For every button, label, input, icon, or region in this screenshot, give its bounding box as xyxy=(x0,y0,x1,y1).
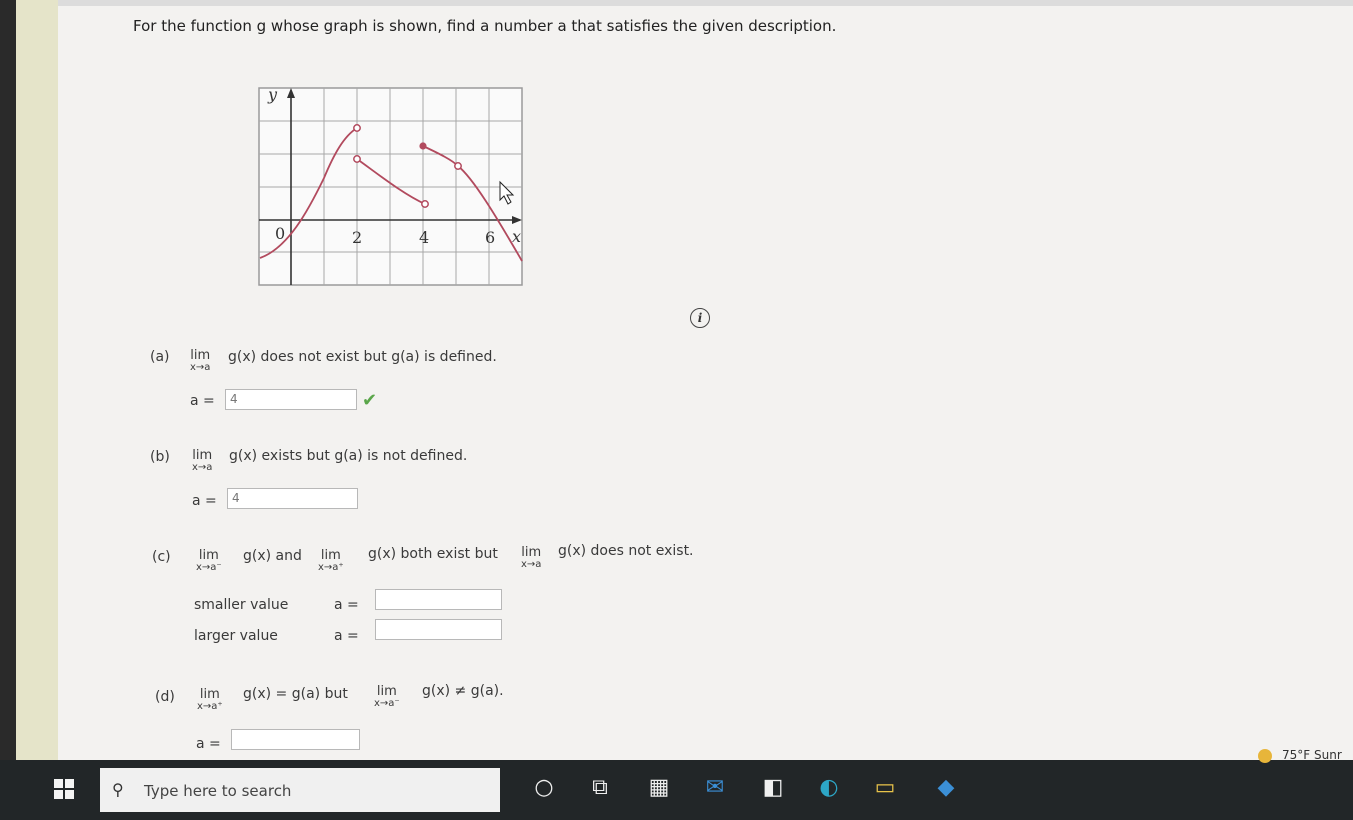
lim-text: lim xyxy=(190,348,211,363)
part-a-a-label: a = xyxy=(190,393,215,409)
larger-value-input[interactable] xyxy=(375,619,502,640)
part-b-description: g(x) exists but g(a) is not defined. xyxy=(229,448,468,464)
function-graph: y x 0 2 4 6 xyxy=(258,86,523,286)
part-d-text-1: g(x) = g(a) but xyxy=(243,686,348,702)
part-c-two-sided-limit: lim x→a xyxy=(521,545,541,570)
sun-icon xyxy=(1258,748,1272,763)
question-text: For the function g whose graph is shown,… xyxy=(133,17,837,35)
calculator-icon[interactable]: ▦ xyxy=(645,774,673,802)
open-point-2-upper xyxy=(353,124,361,132)
part-b-answer-input[interactable]: 4 xyxy=(227,488,358,509)
part-b-a-label: a = xyxy=(192,493,217,509)
tick-label-2: 2 xyxy=(352,228,362,247)
file-explorer-icon[interactable]: ▭ xyxy=(871,774,899,802)
part-d-a-label: a = xyxy=(196,736,221,752)
tick-label-4: 4 xyxy=(419,228,429,247)
office-icon[interactable]: ◧ xyxy=(759,774,787,802)
screen-bezel xyxy=(0,0,58,760)
smaller-value-input[interactable] xyxy=(375,589,502,610)
checkmark-icon: ✔ xyxy=(362,390,378,411)
open-point-4-lower xyxy=(421,200,429,208)
lim-subscript: x→a⁻ xyxy=(374,698,400,709)
weather-text: 75°F Sunr xyxy=(1282,748,1342,762)
info-icon[interactable]: i xyxy=(690,308,710,328)
question-panel xyxy=(58,6,1353,760)
taskbar: ⚲ Type here to search ○ ⧉ ▦ ✉ ◧ ◐ ▭ ◆ 75… xyxy=(0,748,1353,820)
part-b-label: (b) xyxy=(150,449,170,465)
lim-subscript: x→a xyxy=(190,362,211,373)
lim-subscript: x→a⁺ xyxy=(318,562,344,573)
lim-text: lim xyxy=(320,548,341,563)
windows-start-icon[interactable] xyxy=(54,779,74,799)
part-c-smaller-a-label: a = xyxy=(334,597,359,613)
taskbar-search-box[interactable]: ⚲ Type here to search xyxy=(100,768,500,812)
weather-widget[interactable]: 75°F Sunr xyxy=(1258,748,1342,763)
lim-subscript: x→a xyxy=(521,559,542,570)
lim-text: lim xyxy=(198,548,219,563)
part-d-answer-input[interactable] xyxy=(231,729,360,750)
tick-label-6: 6 xyxy=(485,228,495,247)
tick-label-0: 0 xyxy=(275,224,285,243)
app-icon[interactable]: ◆ xyxy=(932,774,960,802)
y-axis-label: y xyxy=(267,86,278,104)
mail-icon[interactable]: ✉ xyxy=(701,774,729,802)
cortana-icon[interactable]: ○ xyxy=(530,774,558,802)
lim-subscript: x→a xyxy=(192,462,213,473)
part-d-right-limit: lim x→a⁺ xyxy=(197,687,223,712)
open-point-5 xyxy=(454,162,462,170)
search-icon: ⚲ xyxy=(112,780,124,799)
part-a-description: g(x) does not exist but g(a) is defined. xyxy=(228,349,497,365)
part-d-left-limit: lim x→a⁻ xyxy=(374,684,400,709)
part-c-left-limit: lim x→a⁻ xyxy=(196,548,222,573)
open-point-2-lower xyxy=(353,155,361,163)
part-c-label: (c) xyxy=(152,549,171,565)
part-a-answer-input[interactable]: 4 xyxy=(225,389,357,410)
part-c-text-1: g(x) and xyxy=(243,548,302,564)
lim-text: lim xyxy=(376,684,397,699)
lim-text: lim xyxy=(192,448,213,463)
part-d-text-2: g(x) ≠ g(a). xyxy=(422,683,504,699)
part-c-text-2: g(x) both exist but xyxy=(368,546,498,562)
lim-text: lim xyxy=(199,687,220,702)
task-view-icon[interactable]: ⧉ xyxy=(586,774,614,802)
lim-subscript: x→a⁻ xyxy=(196,562,222,573)
lim-subscript: x→a⁺ xyxy=(197,701,223,712)
search-placeholder: Type here to search xyxy=(144,782,292,800)
part-d-label: (d) xyxy=(155,689,175,705)
larger-value-label: larger value xyxy=(194,628,278,644)
x-axis-label: x xyxy=(512,227,521,246)
lim-text: lim xyxy=(521,545,542,560)
part-c-right-limit: lim x→a⁺ xyxy=(318,548,344,573)
closed-point-4-upper xyxy=(419,142,427,150)
part-b-limit: lim x→a xyxy=(192,448,212,473)
part-c-larger-a-label: a = xyxy=(334,628,359,644)
part-a-limit: lim x→a xyxy=(190,348,210,373)
edge-icon[interactable]: ◐ xyxy=(815,774,843,802)
part-c-text-3: g(x) does not exist. xyxy=(558,543,694,559)
part-a-label: (a) xyxy=(150,349,170,365)
smaller-value-label: smaller value xyxy=(194,597,289,613)
